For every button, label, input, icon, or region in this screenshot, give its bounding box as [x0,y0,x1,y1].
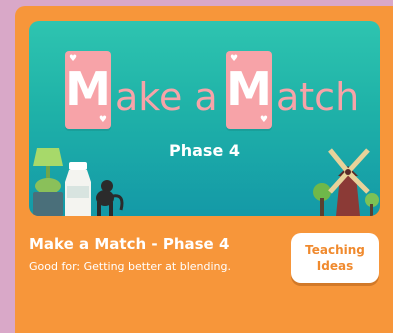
heart-icon: ♥ [98,115,107,125]
lamp-and-milk-illustration [33,148,124,216]
letter-card-m-2: ♥ M ♥ [226,51,272,129]
letter-card-glyph: M [65,62,111,116]
activity-description: Good for: Getting better at blending. [29,260,232,273]
lamp-shade-icon [33,148,63,166]
windmill-illustration [313,148,379,216]
teaching-ideas-label: Teaching Ideas [305,243,365,273]
heart-icon: ♥ [259,115,268,125]
activity-card[interactable]: ♥ M ♥ ake a ♥ M ♥ atch Phase 4 Make a Ma… [15,6,393,333]
activity-title[interactable]: Make a Match - Phase 4 [29,235,229,253]
letter-card-glyph: M [226,62,272,116]
teaching-ideas-button[interactable]: Teaching Ideas [291,233,379,283]
monkey-icon [101,180,113,192]
banner-title-word-1: ake a [115,75,218,119]
milk-bottle-icon [69,162,87,170]
letter-card-m-1: ♥ M ♥ [65,51,111,129]
activity-banner-image[interactable]: ♥ M ♥ ake a ♥ M ♥ atch Phase 4 [29,21,380,216]
banner-title-word-2: atch [276,75,360,119]
banner-title: ♥ M ♥ ake a ♥ M ♥ atch [29,51,380,133]
